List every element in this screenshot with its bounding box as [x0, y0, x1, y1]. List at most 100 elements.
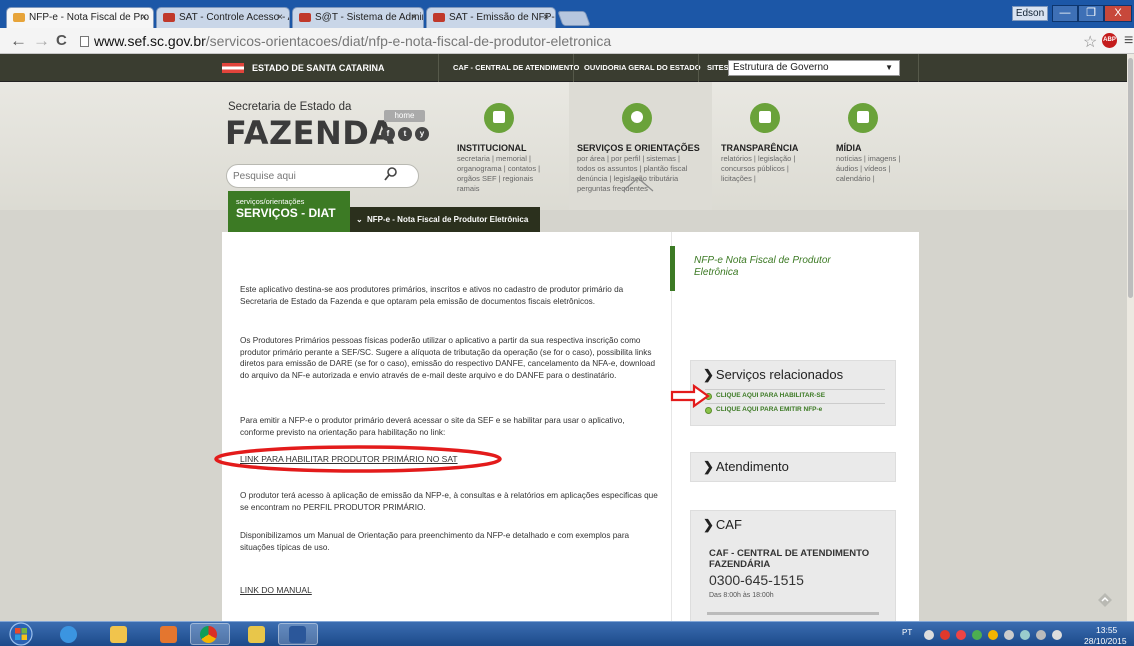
tray-icon[interactable] — [940, 630, 950, 640]
favicon-icon — [299, 13, 311, 22]
menu-link[interactable]: licitações | — [721, 174, 795, 184]
instruction-paragraph: Para emitir a NFP-e o produtor primário … — [240, 416, 625, 437]
box-heading-label: CAF — [715, 517, 742, 532]
tab-sat-controle[interactable]: SAT - Controle Acesso - A × — [156, 7, 290, 28]
main-content: Este aplicativo destina-se aos produtore… — [222, 232, 919, 621]
accent-bar — [670, 246, 675, 291]
tray-language[interactable]: PT — [902, 628, 912, 637]
flag-tray-icon[interactable] — [1004, 630, 1014, 640]
menu-link[interactable]: ramais — [457, 184, 540, 194]
menu-link[interactable]: concursos públicos | — [721, 164, 795, 174]
tab-nfpe[interactable]: NFP-e - Nota Fiscal de Pro × — [6, 7, 154, 28]
word-icon — [289, 626, 306, 643]
emitir-nfpe-link[interactable]: CLIQUE AQUI PARA EMITIR NFP-e — [705, 403, 885, 416]
page-icon — [80, 36, 89, 47]
box-heading: ❯ Atendimento — [703, 459, 789, 475]
tab-close-icon[interactable]: × — [411, 8, 417, 27]
adblock-icon[interactable]: ABP — [1102, 33, 1117, 48]
reload-button[interactable]: C — [56, 31, 67, 50]
chevron-up-icon — [622, 177, 654, 192]
atendimento-box[interactable]: ❯ Atendimento — [690, 452, 896, 482]
menu-links: secretaria | memorial | organograma | co… — [457, 154, 540, 194]
bookmark-star-icon[interactable]: ☆ — [1083, 32, 1097, 52]
section-title-box[interactable]: serviços/orientações SERVIÇOS - DIAT — [228, 191, 350, 232]
scroll-top-icon[interactable] — [1097, 592, 1113, 608]
internet-explorer-icon — [60, 626, 77, 643]
tab-sat-admin[interactable]: S@T - Sistema de Admini × — [292, 7, 424, 28]
menu-link[interactable]: calendário | — [836, 174, 900, 184]
tray-icon[interactable] — [972, 630, 982, 640]
network-icon[interactable] — [1020, 630, 1030, 640]
address-bar[interactable]: www.sef.sc.gov.br/servicos-orientacoes/d… — [80, 31, 1070, 51]
access-paragraph: O produtor terá acesso à aplicação de em… — [240, 491, 658, 512]
back-button[interactable]: ← — [10, 31, 27, 50]
volume-icon[interactable] — [1052, 630, 1062, 640]
scrollbar-thumb[interactable] — [1128, 58, 1133, 298]
tray-icon[interactable] — [924, 630, 934, 640]
browser-menu-icon[interactable]: ≡ — [1124, 32, 1133, 50]
menu-title: MÍDIA — [836, 143, 862, 153]
menu-link[interactable]: notícias | imagens | — [836, 154, 900, 164]
divider — [698, 54, 699, 82]
fazenda-logo[interactable]: FAZENDA — [225, 114, 395, 152]
minimize-button[interactable]: — — [1052, 5, 1078, 22]
page-breadcrumb[interactable]: ⌄ NFP-e - Nota Fiscal de Produtor Eletrô… — [350, 207, 540, 232]
favicon-icon — [13, 13, 25, 22]
close-window-button[interactable]: X — [1104, 5, 1132, 22]
dropdown-caret-icon: ▼ — [885, 63, 893, 72]
chrome-icon — [200, 626, 217, 643]
caf-hours: Das 8:00h às 18:00h — [709, 592, 774, 599]
maximize-button[interactable]: ❐ — [1078, 5, 1104, 22]
menu-link[interactable]: orgãos SEF | regionais — [457, 174, 540, 184]
forward-button[interactable]: → — [33, 31, 50, 50]
section-small-label: serviços/orientações — [236, 197, 305, 206]
state-link[interactable]: ESTADO DE SANTA CATARINA — [222, 54, 385, 82]
app-window: NFP-e - Nota Fiscal de Pro × SAT - Contr… — [0, 0, 1134, 646]
menu-link[interactable]: áudios | vídeos | — [836, 164, 900, 174]
profile-badge[interactable]: Edson — [1012, 6, 1048, 21]
menu-midia[interactable]: MÍDIA notícias | imagens | áudios | víde… — [828, 82, 918, 210]
twitter-icon[interactable]: t — [398, 127, 412, 141]
red-arrow-annotation-icon — [670, 384, 710, 408]
menu-link[interactable]: relatórios | legislação | — [721, 154, 795, 164]
caf-title: CAF - CENTRAL DE ATENDIMENTO FAZENDÁRIA — [709, 548, 870, 570]
chevron-down-icon: ⌄ — [356, 215, 363, 224]
tab-label: SAT - Controle Acesso - A — [179, 12, 290, 23]
site-header — [0, 82, 1134, 210]
menu-title: SERVIÇOS E ORIENTAÇÕES — [577, 143, 700, 153]
box-heading-label: Atendimento — [715, 459, 789, 474]
tab-close-icon[interactable]: × — [141, 8, 147, 27]
chevron-right-icon: ❯ — [703, 517, 714, 532]
home-link[interactable]: home — [384, 110, 425, 122]
display-icon[interactable] — [1036, 630, 1046, 640]
chart-icon — [750, 103, 780, 133]
menu-link[interactable]: organograma | contatos | — [457, 164, 540, 174]
clock-time[interactable]: 13:55 — [1096, 625, 1117, 635]
tab-close-icon[interactable]: × — [543, 8, 549, 27]
tray-icon[interactable] — [988, 630, 998, 640]
manual-link[interactable]: LINK DO MANUAL — [240, 585, 312, 595]
new-tab-button[interactable] — [557, 11, 591, 26]
menu-link[interactable]: todos os assuntos | plantão fiscal — [577, 164, 687, 174]
youtube-icon[interactable]: y — [415, 127, 429, 141]
menu-link[interactable]: secretaria | memorial | — [457, 154, 540, 164]
start-button-icon[interactable] — [4, 622, 38, 646]
chevron-right-icon: ❯ — [703, 459, 714, 474]
sites-dropdown[interactable]: Estrutura de Governo ▼ — [728, 60, 900, 76]
search-icon[interactable] — [383, 166, 399, 184]
facebook-icon[interactable]: f — [381, 127, 395, 141]
menu-institucional[interactable]: INSTITUCIONAL secretaria | memorial | or… — [451, 82, 566, 210]
tab-label: SAT - Emissão de NFP-e p — [449, 12, 555, 23]
caf-phone: 0300-645-1515 — [709, 572, 804, 588]
clock-date[interactable]: 28/10/2015 — [1084, 636, 1127, 646]
media-player-icon — [160, 626, 177, 643]
caf-link[interactable]: CAF - CENTRAL DE ATENDIMENTO — [453, 54, 579, 82]
habilitar-se-link[interactable]: CLIQUE AQUI PARA HABILITAR-SE — [705, 389, 885, 402]
menu-link[interactable]: por área | por perfil | sistemas | — [577, 154, 687, 164]
ouvidoria-link[interactable]: OUVIDORIA GERAL DO ESTADO — [584, 54, 701, 82]
url-path: /servicos-orientacoes/diat/nfp-e-nota-fi… — [205, 33, 612, 49]
menu-transparencia[interactable]: TRANSPARÊNCIA relatórios | legislação | … — [715, 82, 825, 210]
tray-icon[interactable] — [956, 630, 966, 640]
tab-close-icon[interactable]: × — [277, 8, 283, 27]
tab-sat-emissao[interactable]: SAT - Emissão de NFP-e p × — [426, 7, 556, 28]
